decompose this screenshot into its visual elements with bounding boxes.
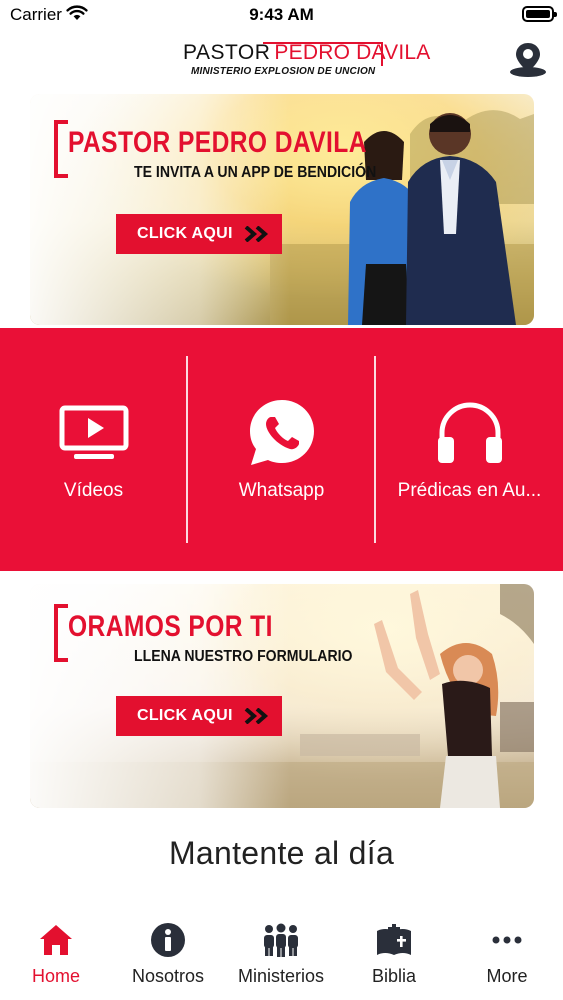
tab-more[interactable]: More — [451, 912, 563, 1000]
double-chevron-right-icon — [244, 708, 269, 724]
tab-home[interactable]: Home — [0, 912, 112, 1000]
banner-title: PASTOR PEDRO DAVILA — [68, 126, 367, 159]
feature-label: Whatsapp — [238, 480, 325, 501]
invite-banner[interactable]: PASTOR PEDRO DAVILA TE INVITA A UN APP D… — [30, 94, 534, 325]
more-dots-icon — [492, 936, 522, 944]
tab-label: Biblia — [371, 966, 417, 986]
bottom-tab-bar: Home Nosotros Ministerios Biblia More — [0, 912, 563, 1000]
tab-label: More — [486, 966, 528, 986]
double-chevron-right-icon — [244, 226, 269, 242]
tab-ministerios[interactable]: Ministerios — [225, 912, 337, 1000]
logo-title: PASTOR PEDRO DAVILA — [183, 42, 430, 64]
banner-title: ORAMOS POR TI — [68, 610, 273, 643]
tab-label: Ministerios — [237, 966, 325, 986]
prayer-banner[interactable]: ORAMOS POR TI LLENA NUESTRO FORMULARIO C… — [30, 584, 534, 808]
status-bar: Carrier 9:43 AM — [0, 0, 563, 30]
map-pin-icon[interactable] — [508, 40, 548, 78]
button-label: CLICK AQUI — [137, 707, 233, 724]
whatsapp-icon — [249, 400, 314, 465]
app-screen: Carrier 9:43 AM PASTOR PEDRO DAVILA MINIS… — [0, 0, 563, 1000]
title-bracket — [54, 604, 68, 662]
click-aqui-button[interactable]: CLICK AQUI — [116, 696, 282, 736]
logo-pastor-word: PASTOR — [183, 41, 271, 64]
title-bracket — [54, 120, 68, 178]
click-aqui-button[interactable]: CLICK AQUI — [116, 214, 282, 254]
tab-nosotros[interactable]: Nosotros — [112, 912, 224, 1000]
tv-play-icon — [59, 405, 128, 459]
logo-pastor-name: PEDRO DAVILA — [274, 41, 431, 64]
info-icon — [151, 923, 185, 957]
feature-audio-sermons[interactable]: Prédicas en Au... — [376, 328, 563, 571]
tab-biblia[interactable]: Biblia — [338, 912, 450, 1000]
banner-subtitle: LLENA NUESTRO FORMULARIO — [134, 648, 353, 665]
feature-label: Prédicas en Au... — [397, 480, 542, 501]
home-icon — [40, 925, 72, 955]
banner-subtitle: TE INVITA A UN APP DE BENDICIÓN — [134, 164, 377, 181]
feature-label: Vídeos — [63, 480, 124, 501]
clock: 9:43 AM — [249, 5, 314, 24]
ministry-logo[interactable]: PASTOR PEDRO DAVILA MINISTERIO EXPLOSION … — [183, 42, 430, 78]
tab-label: Home — [31, 966, 80, 986]
people-group-icon — [264, 923, 298, 957]
battery-icon — [522, 6, 557, 22]
app-header: PASTOR PEDRO DAVILA MINISTERIO EXPLOSION … — [0, 30, 563, 86]
tab-label: Nosotros — [131, 966, 205, 986]
features-band: Vídeos Whatsapp Prédicas en Au... — [0, 328, 563, 571]
button-label: CLICK AQUI — [137, 225, 233, 242]
feature-whatsapp[interactable]: Whatsapp — [188, 328, 375, 571]
section-heading: Mantente al día — [168, 835, 395, 871]
feature-videos[interactable]: Vídeos — [0, 328, 187, 571]
headphones-icon — [437, 402, 502, 463]
bible-icon — [377, 924, 411, 955]
logo-subtitle: MINISTERIO EXPLOSION DE UNCION — [191, 66, 376, 77]
